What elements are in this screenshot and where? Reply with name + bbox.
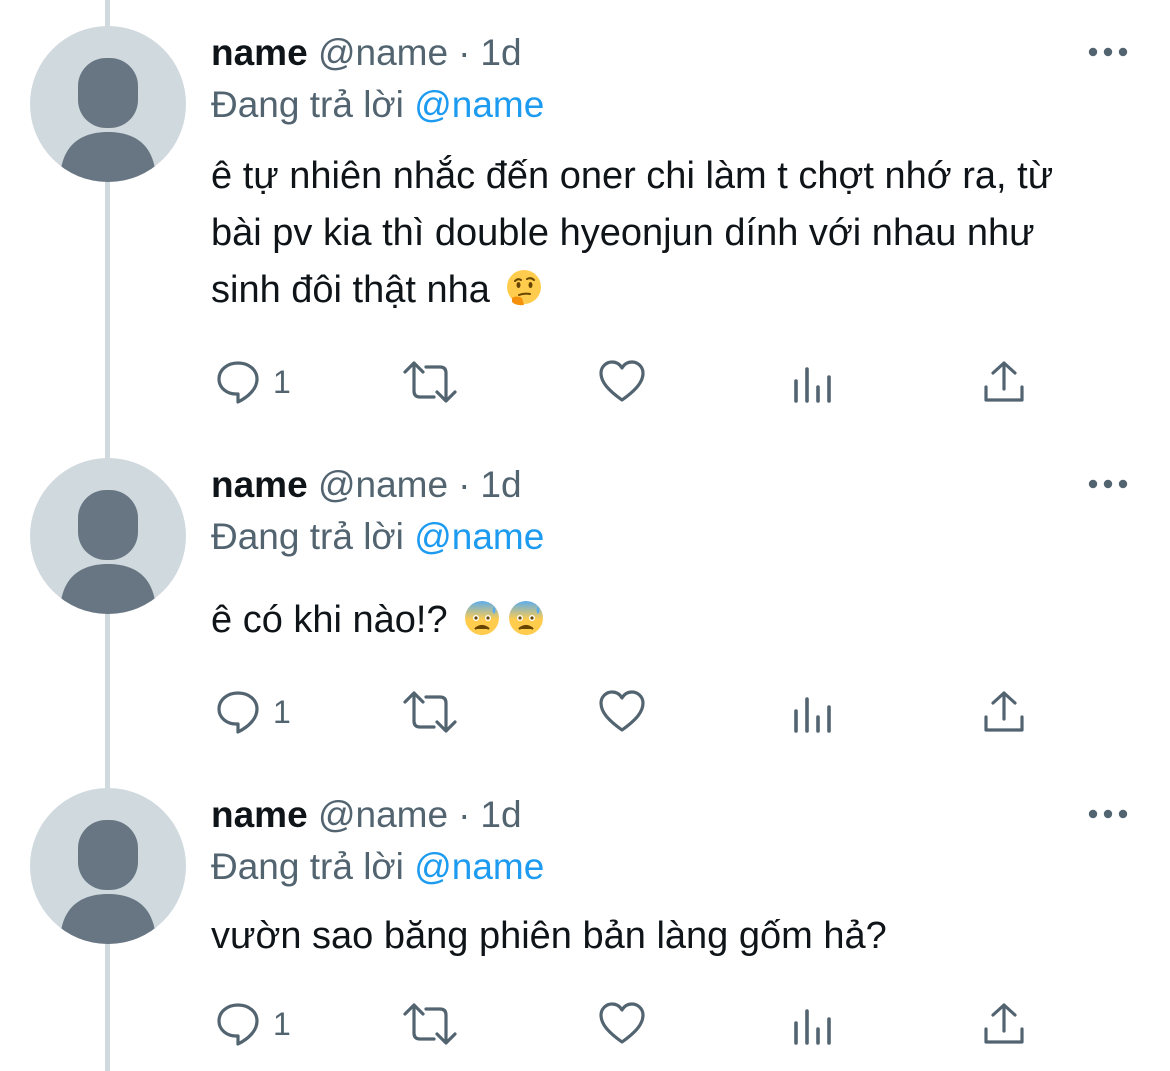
reply-button[interactable]: 1	[215, 352, 291, 412]
share-upload-icon	[984, 361, 1024, 402]
timestamp[interactable]: 1d	[480, 464, 521, 505]
retweet-button[interactable]	[402, 682, 458, 742]
user-handle[interactable]: @name	[318, 464, 448, 505]
anxious-face-with-sweat-icon	[465, 601, 500, 635]
tweet-actions: 1	[0, 994, 1170, 1054]
separator-dot: ·	[458, 464, 471, 505]
retweet-button[interactable]	[402, 352, 458, 412]
retweet-button[interactable]	[402, 994, 458, 1054]
replying-to-label: Đang trả lời	[211, 84, 404, 125]
timestamp[interactable]: 1d	[480, 32, 521, 73]
thinking-face-icon	[507, 270, 542, 306]
display-name[interactable]: name	[211, 464, 308, 505]
display-name[interactable]: name	[211, 794, 308, 835]
separator-dot: ·	[458, 32, 471, 73]
avatar[interactable]	[30, 26, 186, 182]
retweet-icon	[403, 691, 457, 733]
share-button[interactable]	[982, 682, 1026, 742]
views-button[interactable]	[792, 682, 834, 742]
timestamp[interactable]: 1d	[480, 794, 521, 835]
tweet-text: ê tự nhiên nhắc đến oner chi làm t chợt …	[211, 148, 1111, 319]
tweet-text-content: vườn sao băng phiên bản làng gốm hả?	[211, 915, 887, 957]
bar-chart-icon	[794, 1009, 831, 1045]
tweet-text: ê có khi nào!?	[211, 592, 1111, 649]
share-upload-icon	[984, 691, 1024, 732]
reply-count: 1	[273, 693, 291, 730]
reply-mention-link[interactable]: @name	[414, 846, 544, 887]
tweet-actions: 1	[0, 352, 1170, 412]
retweet-icon	[403, 1003, 457, 1045]
more-horizontal-icon	[1088, 479, 1128, 489]
replying-to-label: Đang trả lời	[211, 516, 404, 557]
replying-to: Đang trả lời @name	[211, 844, 544, 890]
like-button[interactable]	[598, 994, 646, 1054]
retweet-icon	[403, 361, 457, 403]
default-avatar-icon	[60, 820, 156, 944]
heart-icon	[599, 1002, 645, 1044]
heart-icon	[599, 360, 645, 402]
reply-mention-link[interactable]: @name	[414, 84, 544, 125]
reply-bubble-icon	[217, 691, 259, 734]
more-horizontal-icon	[1088, 809, 1128, 819]
more-options-button[interactable]	[1086, 802, 1130, 826]
user-handle[interactable]: @name	[318, 794, 448, 835]
like-button[interactable]	[598, 682, 646, 742]
heart-icon	[599, 690, 645, 732]
replying-to-label: Đang trả lời	[211, 846, 404, 887]
replying-to: Đang trả lời @name	[211, 82, 544, 128]
tweet-text-content: ê có khi nào!?	[211, 599, 448, 641]
reply-bubble-icon	[217, 1003, 259, 1046]
separator-dot: ·	[458, 794, 471, 835]
avatar[interactable]	[30, 788, 186, 944]
avatar[interactable]	[30, 458, 186, 614]
views-button[interactable]	[792, 352, 834, 412]
tweet-actions: 1	[0, 682, 1170, 742]
anxious-face-with-sweat-icon	[509, 601, 544, 635]
views-button[interactable]	[792, 994, 834, 1054]
share-button[interactable]	[982, 352, 1026, 412]
display-name[interactable]: name	[211, 32, 308, 73]
bar-chart-icon	[794, 697, 831, 733]
reply-mention-link[interactable]: @name	[414, 516, 544, 557]
reply-bubble-icon	[217, 361, 259, 404]
reply-count: 1	[273, 1005, 291, 1042]
default-avatar-icon	[60, 490, 156, 614]
more-horizontal-icon	[1088, 47, 1128, 57]
bar-chart-icon	[794, 367, 831, 403]
reply-button[interactable]: 1	[215, 994, 291, 1054]
user-handle[interactable]: @name	[318, 32, 448, 73]
more-options-button[interactable]	[1086, 472, 1130, 496]
reply-count: 1	[273, 363, 291, 400]
share-button[interactable]	[982, 994, 1026, 1054]
tweet-header: name @name · 1d	[211, 30, 522, 76]
tweet-header: name @name · 1d	[211, 462, 522, 508]
reply-button[interactable]: 1	[215, 682, 291, 742]
more-options-button[interactable]	[1086, 40, 1130, 64]
default-avatar-icon	[60, 58, 156, 182]
tweet-text-content: ê tự nhiên nhắc đến oner chi làm t chợt …	[211, 155, 1054, 311]
replying-to: Đang trả lời @name	[211, 514, 544, 560]
tweet-header: name @name · 1d	[211, 792, 522, 838]
like-button[interactable]	[598, 352, 646, 412]
tweet-text: vườn sao băng phiên bản làng gốm hả?	[211, 908, 1111, 965]
share-upload-icon	[984, 1003, 1024, 1044]
